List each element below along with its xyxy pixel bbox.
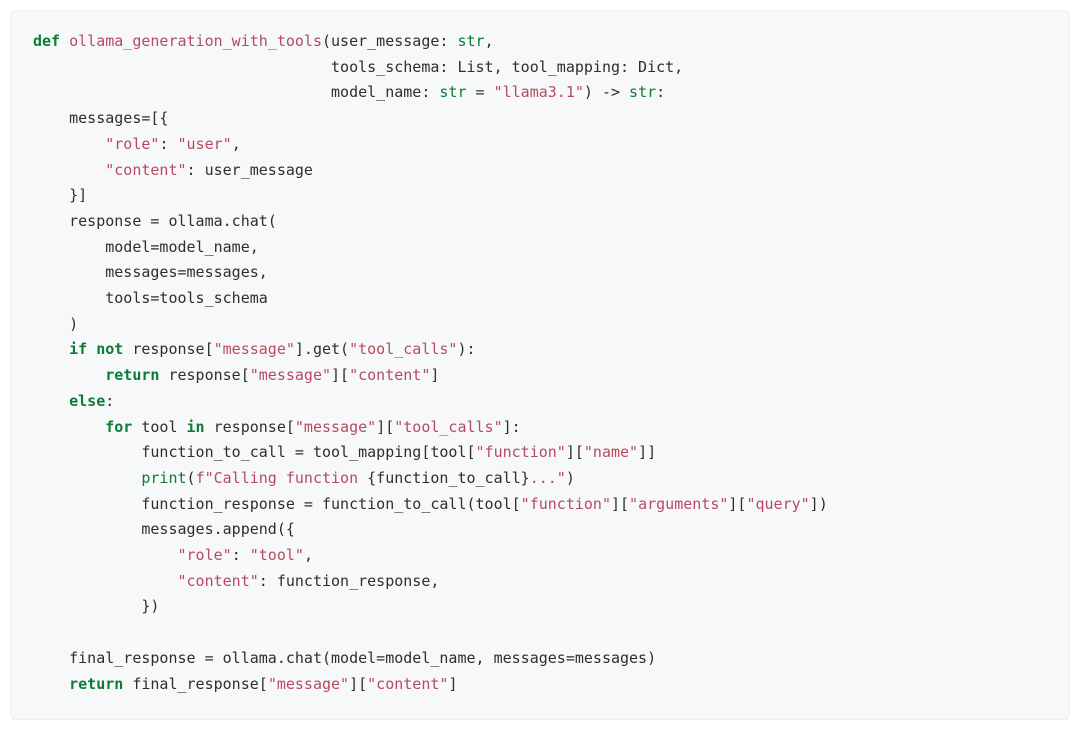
code-token: ) xyxy=(33,315,78,333)
code-token xyxy=(33,135,105,153)
code-token: if not xyxy=(69,340,123,358)
code-token: print xyxy=(141,469,186,487)
code-token: ( xyxy=(187,469,196,487)
code-token: ..." xyxy=(530,469,566,487)
code-token: ][ xyxy=(566,443,584,461)
code-token: ) -> xyxy=(584,83,629,101)
code-token xyxy=(33,546,178,564)
code-token: "message" xyxy=(214,340,295,358)
code-token: ][ xyxy=(611,495,629,513)
code-token: "llama3.1" xyxy=(494,83,584,101)
code-token: messages=messages, xyxy=(33,263,268,281)
code-token: messages.append({ xyxy=(33,520,295,538)
code-token: ][ xyxy=(376,418,394,436)
code-token: response[ xyxy=(159,366,249,384)
code-token: (user_message: xyxy=(322,32,457,50)
code-block: def ollama_generation_with_tools(user_me… xyxy=(10,10,1070,720)
code-token: }] xyxy=(33,186,87,204)
code-token: : xyxy=(232,546,250,564)
code-token xyxy=(33,418,105,436)
code-token: model_name: xyxy=(33,83,439,101)
code-token: str xyxy=(439,83,466,101)
code-token: , xyxy=(232,135,241,153)
code-token: ): xyxy=(457,340,475,358)
code-token: f"Calling function xyxy=(196,469,368,487)
code-token: "tool_calls" xyxy=(349,340,457,358)
code-token: model=model_name, xyxy=(33,238,259,256)
code-token: tools=tools_schema xyxy=(33,289,268,307)
code-token: "query" xyxy=(746,495,809,513)
code-token xyxy=(33,469,141,487)
code-token: , xyxy=(485,32,494,50)
code-token: final_response = ollama.chat(model=model… xyxy=(33,649,656,667)
code-token: ][ xyxy=(728,495,746,513)
code-token: "name" xyxy=(584,443,638,461)
code-token xyxy=(33,572,178,590)
code-token: function_to_call = tool_mapping[tool[ xyxy=(33,443,476,461)
code-token: ] xyxy=(430,366,439,384)
code-token: in xyxy=(187,418,205,436)
code-token: : xyxy=(159,135,177,153)
code-token: : xyxy=(656,83,665,101)
code-token: response = ollama.chat( xyxy=(33,212,277,230)
code-token: "tool" xyxy=(250,546,304,564)
code-token xyxy=(33,366,105,384)
code-token: str xyxy=(629,83,656,101)
code-token: tools_schema: List, tool_mapping: Dict, xyxy=(33,58,683,76)
code-token xyxy=(33,340,69,358)
code-token: "content" xyxy=(178,572,259,590)
code-token: for xyxy=(105,418,132,436)
code-token: function_response = function_to_call(too… xyxy=(33,495,521,513)
code-token xyxy=(33,675,69,693)
code-token: "message" xyxy=(295,418,376,436)
code-token: ].get( xyxy=(295,340,349,358)
code-token: }) xyxy=(33,597,159,615)
code-token: "arguments" xyxy=(629,495,728,513)
code-token: ]] xyxy=(638,443,656,461)
code-token: return xyxy=(69,675,123,693)
code-token: : function_response, xyxy=(259,572,440,590)
code-token: {function_to_call} xyxy=(367,469,530,487)
code-token: "message" xyxy=(250,366,331,384)
code-token: : user_message xyxy=(187,161,313,179)
code-token: "role" xyxy=(105,135,159,153)
code-token: ][ xyxy=(331,366,349,384)
code-token: , xyxy=(304,546,313,564)
code-token: ]: xyxy=(503,418,521,436)
code-token xyxy=(33,161,105,179)
code-token: def xyxy=(33,32,69,50)
code-token: return xyxy=(105,366,159,384)
code-token: "function" xyxy=(521,495,611,513)
code-token: ollama_generation_with_tools xyxy=(69,32,322,50)
code-token: "tool_calls" xyxy=(394,418,502,436)
code-token: = xyxy=(466,83,493,101)
code-token xyxy=(33,392,69,410)
code-token: "content" xyxy=(349,366,430,384)
code-token: final_response[ xyxy=(123,675,268,693)
code-token: ] xyxy=(448,675,457,693)
code-token: messages=[{ xyxy=(33,109,168,127)
code-token: ) xyxy=(566,469,575,487)
code-token: response[ xyxy=(205,418,295,436)
code-token: else xyxy=(69,392,105,410)
code-token: tool xyxy=(132,418,186,436)
code-token: "role" xyxy=(178,546,232,564)
code-token: response[ xyxy=(123,340,213,358)
code-token: "function" xyxy=(476,443,566,461)
code-token: "message" xyxy=(268,675,349,693)
code-token: : xyxy=(105,392,114,410)
code-token: "content" xyxy=(105,161,186,179)
code-token: ][ xyxy=(349,675,367,693)
code-token: "user" xyxy=(178,135,232,153)
code-content: def ollama_generation_with_tools(user_me… xyxy=(33,32,828,693)
code-token: "content" xyxy=(367,675,448,693)
code-token: str xyxy=(457,32,484,50)
code-token: ]) xyxy=(810,495,828,513)
